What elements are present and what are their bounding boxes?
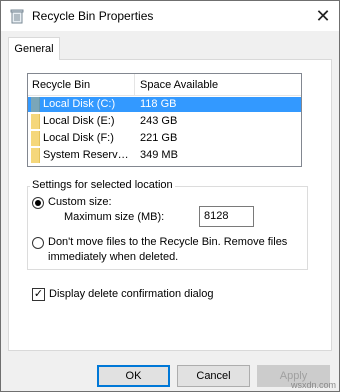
folder-icon	[31, 148, 40, 163]
dont-move-label-line2[interactable]: immediately when deleted.	[48, 251, 178, 263]
location-name: Local Disk (E:)	[43, 115, 115, 127]
dont-move-label-line1[interactable]: Don't move files to the Recycle Bin. Rem…	[48, 236, 287, 248]
location-name: Local Disk (C:)	[43, 97, 138, 112]
dont-move-radio[interactable]	[32, 237, 44, 249]
list-item[interactable]: Local Disk (F:) 221 GB	[28, 131, 301, 146]
recycle-bin-icon	[10, 9, 24, 24]
space-available: 221 GB	[140, 132, 178, 144]
tab-general[interactable]: General	[8, 37, 60, 60]
list-item[interactable]: Local Disk (C:) 118 GB	[28, 97, 301, 112]
settings-group-title: Settings for selected location	[30, 179, 175, 191]
ok-button[interactable]: OK	[97, 365, 170, 387]
confirm-delete-label[interactable]: Display delete confirmation dialog	[49, 288, 213, 300]
window-title: Recycle Bin Properties	[32, 9, 154, 23]
column-header-space[interactable]: Space Available	[135, 74, 255, 96]
tab-label: General	[14, 43, 54, 55]
max-size-input[interactable]: 8128	[199, 206, 254, 227]
custom-size-radio[interactable]	[32, 197, 44, 209]
folder-icon	[31, 131, 40, 146]
list-item[interactable]: Local Disk (E:) 243 GB	[28, 114, 301, 129]
list-item[interactable]: System Reserv… 349 MB	[28, 148, 301, 163]
custom-size-label[interactable]: Custom size:	[48, 196, 112, 208]
space-available: 349 MB	[140, 149, 178, 161]
location-name: System Reserv…	[43, 149, 129, 161]
checkmark-icon: ✓	[33, 288, 44, 300]
location-name: Local Disk (F:)	[43, 132, 114, 144]
close-icon: ✕	[315, 5, 331, 26]
watermark: wsxdn.com	[290, 380, 336, 390]
close-button[interactable]: ✕	[307, 1, 339, 31]
space-available: 243 GB	[140, 115, 178, 127]
properties-window: Recycle Bin Properties ✕ General Recycle…	[0, 0, 340, 392]
list-header: Recycle Bin Location Space Available	[28, 74, 301, 113]
folder-icon	[31, 114, 40, 129]
space-available: 118 GB	[140, 97, 177, 112]
confirm-delete-checkbox[interactable]: ✓	[32, 288, 45, 301]
column-header-location[interactable]: Recycle Bin Location	[28, 74, 135, 113]
title-bar: Recycle Bin Properties ✕	[1, 1, 339, 31]
cancel-button[interactable]: Cancel	[177, 365, 250, 387]
drive-icon	[31, 97, 40, 112]
location-list[interactable]: Recycle Bin Location Space Available Loc…	[27, 73, 302, 167]
max-size-label: Maximum size (MB):	[64, 211, 165, 223]
